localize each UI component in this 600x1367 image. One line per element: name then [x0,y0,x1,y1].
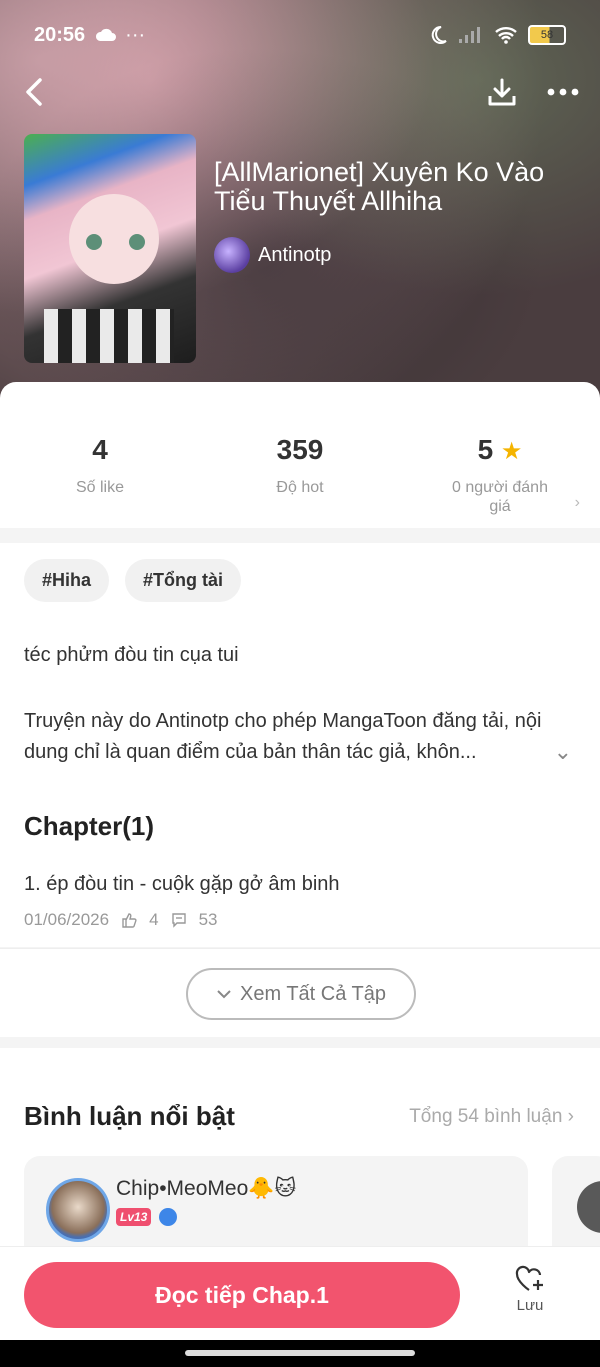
copyright-notice: Truyện này do Antinotp cho phép MangaToo… [24,710,542,763]
stat-hot: 359 Độ hot [220,434,380,497]
download-icon[interactable] [486,76,518,108]
comments-total-link[interactable]: Tổng 54 bình luận › [409,1106,574,1128]
book-details: #Hiha #Tổng tài téc phửm đòu tin cụa tui… [0,543,600,947]
chevron-down-icon [217,990,231,999]
status-time: 20:56 [34,23,86,46]
chapter-date: 01/06/2026 [24,910,110,929]
status-bar: 20:56 ··· 58 [34,20,566,50]
author-name: Antinotp [258,243,332,266]
stat-likes: 4 Số like [20,434,180,497]
tag-chip[interactable]: #Tổng tài [125,559,242,602]
author-avatar [214,237,250,273]
level-badge: Lv13 [116,1208,152,1226]
view-all-chapters-button[interactable]: Xem Tất Cả Tập [186,968,416,1020]
wifi-icon [495,27,517,44]
comments-heading: Bình luận nổi bật [24,1101,235,1131]
stat-value: 4 [92,434,108,465]
comments-total: Tổng 54 bình luận [409,1106,563,1127]
save-button[interactable]: Lưu [505,1265,555,1314]
signal-icon [459,27,480,43]
expand-chevron-icon[interactable]: ⌄ [554,739,572,765]
view-all-section: Xem Tất Cả Tập [0,948,600,1037]
continue-reading-button[interactable]: Đọc tiếp Chap.1 [24,1262,460,1328]
commenter-badges: Lv13 [116,1208,178,1226]
cloud-icon [96,28,117,41]
more-options-icon[interactable] [546,87,580,97]
view-all-label: Xem Tất Cả Tập [240,982,386,1005]
stat-label: Độ hot [276,479,324,496]
comment-icon [171,913,186,928]
hero-header: 20:56 ··· 58 [AllMarionet] Xuyên Ko Vào … [0,0,600,420]
top-nav [20,72,580,112]
bottom-action-bar: Đọc tiếp Chap.1 Lưu [0,1246,600,1341]
chapter-heading: Chapter(1) [24,811,155,841]
commenter-avatar[interactable] [46,1178,110,1242]
save-label: Lưu [516,1297,544,1314]
chapter-comments: 53 [198,910,218,929]
back-icon[interactable] [20,77,50,107]
chevron-right-icon: › [574,494,580,511]
stat-value: 5 [477,434,494,465]
stat-label: Số like [75,479,125,496]
book-title: [AllMarionet] Xuyên Ko Vào Tiểu Thuyết A… [214,157,545,216]
chapter-item-title[interactable]: 1. ép đòu tin - cuộk gặp gở âm binh [24,873,340,896]
comments-section: Bình luận nổi bật Tổng 54 bình luận › Ch… [0,1048,600,1266]
thumbs-up-icon [122,913,137,928]
author-link[interactable]: Antinotp [214,237,331,273]
stat-rating[interactable]: 5 ★ 0 người đánh giá › [420,434,580,516]
heart-plus-icon [515,1265,543,1291]
commenter-name: Chip•MeoMeo🐥🐱 [116,1177,297,1200]
tag-list: #Hiha #Tổng tài [24,559,242,602]
water-drop-badge-icon [159,1208,178,1226]
chevron-right-icon: › [567,1106,574,1127]
stat-value: 359 [276,434,324,465]
tag-chip[interactable]: #Hiha [24,559,110,602]
battery-icon: 58 [528,25,566,45]
home-indicator[interactable] [185,1350,415,1356]
stats-card: 4 Số like 359 Độ hot 5 ★ 0 người đánh gi… [0,382,600,528]
book-cover [24,134,196,363]
stat-label: 0 người đánh giá [452,479,548,515]
description-text: téc phửm đòu tin cụa tui [24,644,239,666]
moon-icon [431,25,447,44]
star-icon: ★ [500,438,523,465]
chapter-likes: 4 [149,910,159,929]
chapter-meta: 01/06/2026 4 53 [24,910,217,930]
more-notifications-icon: ··· [125,23,146,46]
system-nav-bar [0,1340,600,1367]
